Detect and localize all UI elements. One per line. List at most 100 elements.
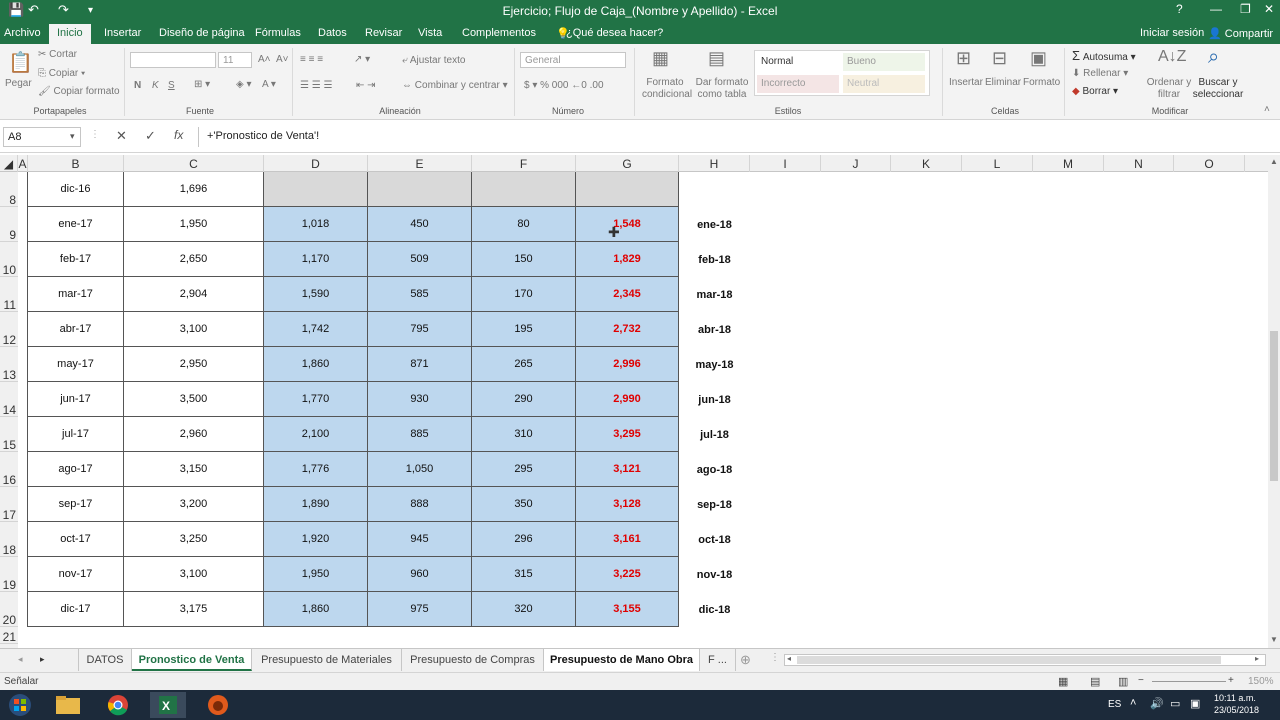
language-indicator[interactable]: ES <box>1108 699 1121 710</box>
column-header[interactable]: J <box>821 155 891 172</box>
table-cell[interactable]: 295 <box>472 452 576 487</box>
table-cell[interactable]: oct-17 <box>28 522 124 557</box>
find-select-button[interactable]: Buscar y seleccionar <box>1190 77 1246 101</box>
table-cell[interactable]: 2,345 <box>576 277 679 312</box>
table-cell[interactable]: 170 <box>472 277 576 312</box>
share-button[interactable]: 👤 Compartir <box>1208 27 1273 40</box>
table-cell[interactable]: 885 <box>368 417 472 452</box>
table-cell[interactable]: 2,990 <box>576 382 679 417</box>
network-icon[interactable]: ▭ <box>1170 697 1180 710</box>
table-cell[interactable] <box>18 382 28 417</box>
table-cell[interactable]: jun-18 <box>679 382 750 417</box>
help-button[interactable]: ? <box>1176 2 1183 16</box>
file-explorer-icon[interactable] <box>50 692 86 718</box>
indent-icon[interactable]: ⇤ ⇥ <box>356 80 376 91</box>
table-cell[interactable]: 3,295 <box>576 417 679 452</box>
bold-button[interactable]: N <box>134 80 141 91</box>
format-cells-button[interactable]: Formato <box>1023 77 1060 88</box>
table-cell[interactable]: feb-18 <box>679 242 750 277</box>
column-header[interactable]: B <box>28 155 124 172</box>
table-cell[interactable]: ene-17 <box>28 207 124 242</box>
formula-input[interactable]: +'Pronostico de Venta'! <box>198 127 1266 147</box>
column-header[interactable]: N <box>1104 155 1174 172</box>
table-cell[interactable]: 3,100 <box>124 312 264 347</box>
table-cell[interactable]: 1,018 <box>264 207 368 242</box>
column-header[interactable]: F <box>472 155 576 172</box>
table-cell[interactable]: 1,890 <box>264 487 368 522</box>
table-cell[interactable]: 3,250 <box>124 522 264 557</box>
table-cell[interactable]: 2,904 <box>124 277 264 312</box>
style-neutral[interactable]: Neutral <box>843 75 925 93</box>
wrap-text-button[interactable]: ⤶ Ajustar texto <box>402 55 465 66</box>
table-cell[interactable]: 1,860 <box>264 347 368 382</box>
volume-icon[interactable]: 🔊 <box>1150 697 1164 710</box>
format-as-table-button[interactable]: Dar formato como tabla <box>694 77 750 101</box>
table-cell[interactable]: ago-17 <box>28 452 124 487</box>
row-header[interactable]: 15 <box>0 417 18 452</box>
row-header[interactable]: 13 <box>0 347 18 382</box>
select-all-corner[interactable]: ◢ <box>0 155 18 172</box>
table-cell[interactable]: 1,950 <box>264 557 368 592</box>
merge-center-button[interactable]: ⇔ Combinar y centrar ▾ <box>402 80 508 91</box>
italic-button[interactable]: K <box>152 80 159 91</box>
table-cell[interactable] <box>18 522 28 557</box>
table-cell[interactable]: 585 <box>368 277 472 312</box>
table-cell[interactable]: 1,742 <box>264 312 368 347</box>
table-cell[interactable]: 2,650 <box>124 242 264 277</box>
style-incorrecto[interactable]: Incorrecto <box>757 75 839 93</box>
notification-icon[interactable]: ▣ <box>1190 697 1200 710</box>
column-header[interactable]: H <box>679 155 750 172</box>
table-cell[interactable]: may-18 <box>679 347 750 382</box>
chevron-down-icon[interactable]: ▾ <box>70 131 75 142</box>
table-cell[interactable] <box>18 452 28 487</box>
table-cell[interactable]: 1,770 <box>264 382 368 417</box>
clear-button[interactable]: ◆ Borrar ▾ <box>1072 86 1118 97</box>
table-cell[interactable] <box>18 207 28 242</box>
table-cell[interactable]: 3,500 <box>124 382 264 417</box>
table-cell[interactable]: dic-18 <box>679 592 750 627</box>
normal-view-icon[interactable]: ▦ <box>1058 675 1068 688</box>
orientation-icon[interactable]: ↗ ▾ <box>354 54 370 65</box>
table-cell[interactable]: 3,100 <box>124 557 264 592</box>
format-painter-button[interactable]: 🖌 Copiar formato <box>38 86 120 97</box>
tab-insertar[interactable]: Insertar <box>104 27 141 39</box>
sort-filter-button[interactable]: Ordenar y filtrar <box>1146 77 1192 101</box>
table-cell[interactable]: mar-17 <box>28 277 124 312</box>
row-header[interactable]: 9 <box>0 207 18 242</box>
table-cell[interactable]: abr-18 <box>679 312 750 347</box>
collapse-ribbon-icon[interactable]: ˄ <box>1264 104 1270 115</box>
add-sheet-icon[interactable]: ⊕ <box>740 652 751 668</box>
table-cell[interactable] <box>18 242 28 277</box>
table-cell[interactable]: nov-17 <box>28 557 124 592</box>
row-header[interactable]: 20 <box>0 592 18 627</box>
sheet-tab-compras[interactable]: Presupuesto de Compras <box>402 649 544 671</box>
table-cell[interactable]: 80 <box>472 207 576 242</box>
table-cell[interactable]: 960 <box>368 557 472 592</box>
table-cell[interactable]: 2,100 <box>264 417 368 452</box>
row-header[interactable]: 21 <box>0 627 18 644</box>
cancel-icon[interactable]: ✕ <box>116 128 127 144</box>
table-cell[interactable]: 450 <box>368 207 472 242</box>
table-cell[interactable]: ene-18 <box>679 207 750 242</box>
table-cell[interactable]: dic-17 <box>28 592 124 627</box>
copy-button[interactable]: ⎘ Copiar ▾ <box>38 68 85 79</box>
table-cell[interactable]: mar-18 <box>679 277 750 312</box>
fx-icon[interactable]: fx <box>174 128 183 142</box>
prev-sheet-icon[interactable]: ◂ <box>18 654 23 665</box>
table-cell[interactable]: 871 <box>368 347 472 382</box>
table-cell[interactable]: 795 <box>368 312 472 347</box>
table-cell[interactable] <box>576 172 679 207</box>
cut-button[interactable]: ✂ Cortar <box>38 49 77 60</box>
page-break-icon[interactable]: ▥ <box>1118 675 1128 688</box>
page-layout-icon[interactable]: ▤ <box>1090 675 1100 688</box>
tab-archivo[interactable]: Archivo <box>4 27 41 39</box>
tab-inicio[interactable]: Inicio <box>49 24 91 44</box>
column-header[interactable]: D <box>264 155 368 172</box>
column-header[interactable]: M <box>1033 155 1104 172</box>
column-header[interactable]: E <box>368 155 472 172</box>
row-header[interactable]: 10 <box>0 242 18 277</box>
underline-button[interactable]: S <box>168 80 175 91</box>
shrink-font-icon[interactable]: A˅ <box>276 54 289 65</box>
table-cell[interactable]: may-17 <box>28 347 124 382</box>
zoom-slider[interactable] <box>1152 681 1226 682</box>
